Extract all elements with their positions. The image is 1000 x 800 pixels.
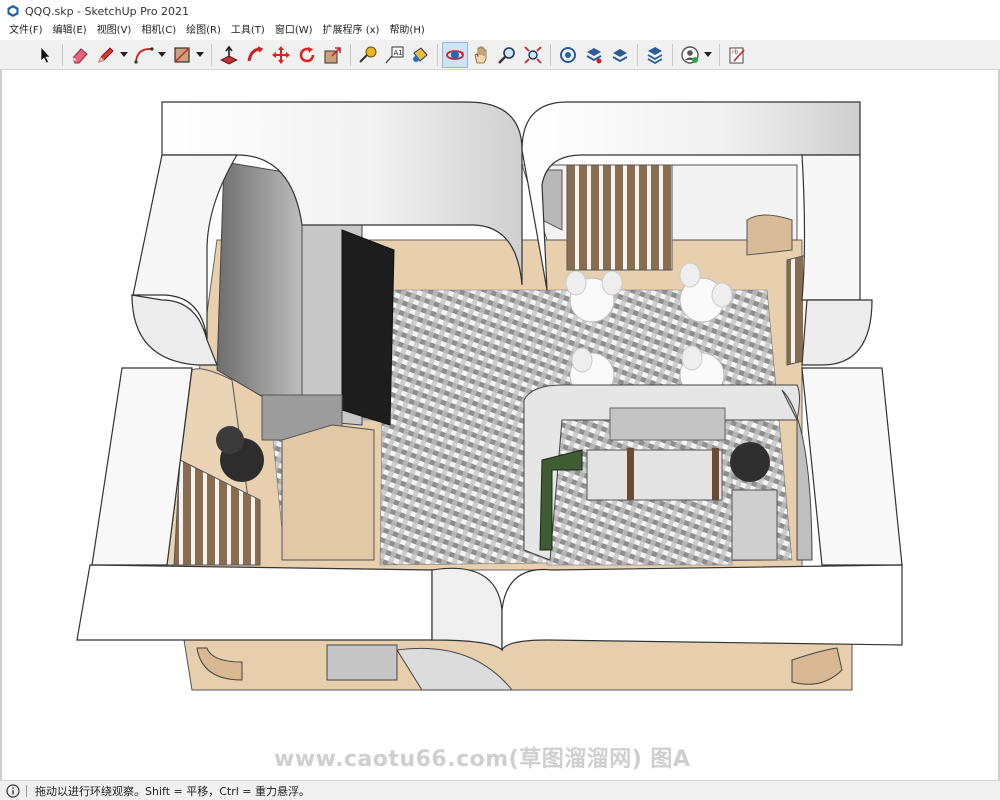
toolbar-separator: [211, 43, 212, 66]
orbit-icon[interactable]: [442, 41, 468, 68]
svg-text:rb: rb: [732, 49, 738, 56]
pencil-dropdown-icon[interactable]: [119, 42, 129, 68]
extension-warehouse-icon[interactable]: [581, 42, 607, 68]
arc-dropdown-icon[interactable]: [157, 42, 167, 68]
ruby-console-icon[interactable]: rb: [724, 42, 750, 68]
toolbar-separator: [672, 43, 673, 66]
pan-icon[interactable]: [468, 42, 494, 68]
menu-bar: 文件(F) 编辑(E) 视图(V) 相机(C) 绘图(R) 工具(T) 窗口(W…: [0, 22, 1000, 40]
account-dropdown-icon[interactable]: [703, 42, 713, 68]
toolbar-separator: [550, 43, 551, 66]
main-toolbar: A1 rb: [0, 40, 1000, 70]
account-icon[interactable]: [677, 42, 703, 68]
rectangle-dropdown-icon[interactable]: [195, 42, 205, 68]
rectangle-icon[interactable]: [169, 42, 195, 68]
status-message: 拖动以进行环绕观察。Shift = 平移，Ctrl = 重力悬浮。: [35, 784, 310, 798]
window-title: QQQ.skp - SketchUp Pro 2021: [25, 4, 190, 18]
layout-icon[interactable]: [607, 42, 633, 68]
follow-me-icon[interactable]: [242, 42, 268, 68]
menu-extensions[interactable]: 扩展程序 (x): [318, 22, 385, 40]
toolbar-separator: [350, 43, 351, 66]
extension-manager-icon[interactable]: [642, 42, 668, 68]
status-divider: [26, 784, 27, 797]
svg-text:A1: A1: [394, 49, 403, 57]
select-icon[interactable]: [32, 42, 58, 68]
move-icon[interactable]: [268, 42, 294, 68]
status-bar: 拖动以进行环绕观察。Shift = 平移，Ctrl = 重力悬浮。: [0, 780, 1000, 800]
tape-measure-icon[interactable]: [355, 42, 381, 68]
menu-camera[interactable]: 相机(C): [136, 22, 181, 40]
title-bar: QQQ.skp - SketchUp Pro 2021: [0, 0, 1000, 22]
eraser-icon[interactable]: [67, 42, 93, 68]
rotate-icon[interactable]: [294, 42, 320, 68]
menu-tools[interactable]: 工具(T): [226, 22, 270, 40]
text-icon[interactable]: A1: [381, 42, 407, 68]
warehouse-icon[interactable]: [555, 42, 581, 68]
menu-draw[interactable]: 绘图(R): [181, 22, 226, 40]
menu-view[interactable]: 视图(V): [92, 22, 137, 40]
zoom-icon[interactable]: [494, 42, 520, 68]
watermark-text: www.caotu66.com(草图溜溜网) 图A: [274, 747, 691, 772]
instructor-icon[interactable]: [6, 783, 20, 798]
menu-help[interactable]: 帮助(H): [384, 22, 429, 40]
menu-edit[interactable]: 编辑(E): [48, 22, 92, 40]
model-scene: [76, 101, 903, 691]
push-pull-icon[interactable]: [216, 42, 242, 68]
arc-icon[interactable]: [131, 42, 157, 68]
model-viewport[interactable]: [0, 70, 1000, 780]
toolbar-separator: [437, 43, 438, 66]
paint-bucket-icon[interactable]: [407, 42, 433, 68]
menu-file[interactable]: 文件(F): [4, 22, 48, 40]
zoom-extents-icon[interactable]: [520, 42, 546, 68]
menu-window[interactable]: 窗口(W): [270, 22, 318, 40]
pencil-icon[interactable]: [93, 42, 119, 68]
toolbar-separator: [62, 43, 63, 66]
toolbar-separator: [637, 43, 638, 66]
sketchup-app-icon: [7, 5, 19, 17]
toolbar-separator: [719, 43, 720, 66]
scale-icon[interactable]: [320, 42, 346, 68]
